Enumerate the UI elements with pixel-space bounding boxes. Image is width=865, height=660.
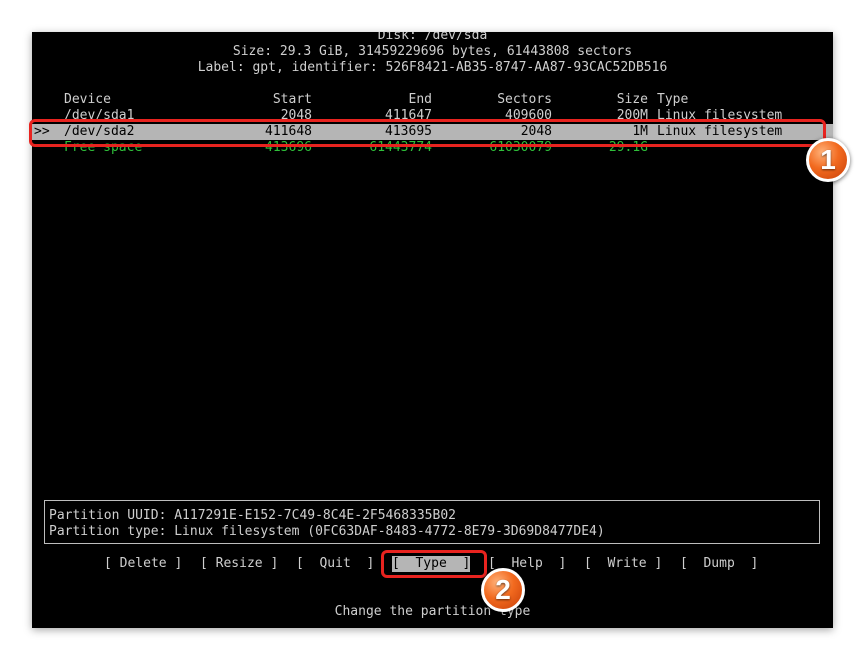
disk-size-info: Size: 29.3 GiB, 31459229696 bytes, 61443…: [232, 44, 633, 59]
write-button[interactable]: [ Write ]: [584, 556, 662, 572]
column-sectors: Sectors: [497, 92, 552, 107]
disk-label-info: Label: gpt, identifier: 526F8421-AB35-87…: [197, 60, 668, 75]
table-header: Device Start End Sectors Size Type: [32, 92, 833, 108]
status-hint: Change the partition type: [334, 604, 531, 619]
highlight-selected-row: [29, 119, 826, 147]
column-type: Type: [657, 92, 689, 107]
step-badge-2: 2: [481, 568, 525, 612]
partition-type-info: Partition type: Linux filesystem (0FC63D…: [49, 524, 605, 539]
column-end: End: [408, 92, 432, 107]
delete-button[interactable]: [ Delete ]: [104, 556, 182, 572]
dump-button[interactable]: [ Dump ]: [680, 556, 758, 572]
column-size: Size: [616, 92, 648, 107]
highlight-type-button: [381, 550, 487, 578]
resize-button[interactable]: [ Resize ]: [200, 556, 278, 572]
column-device: Device: [64, 92, 111, 107]
column-start: Start: [272, 92, 312, 107]
partition-info-box: Partition UUID: A117291E-E152-7C49-8C4E-…: [44, 500, 820, 544]
step-badge-1: 1: [806, 138, 850, 182]
disk-title: Disk: /dev/sda: [377, 32, 488, 43]
partition-uuid: Partition UUID: A117291E-E152-7C49-8C4E-…: [49, 508, 456, 523]
quit-button[interactable]: [ Quit ]: [296, 556, 374, 572]
